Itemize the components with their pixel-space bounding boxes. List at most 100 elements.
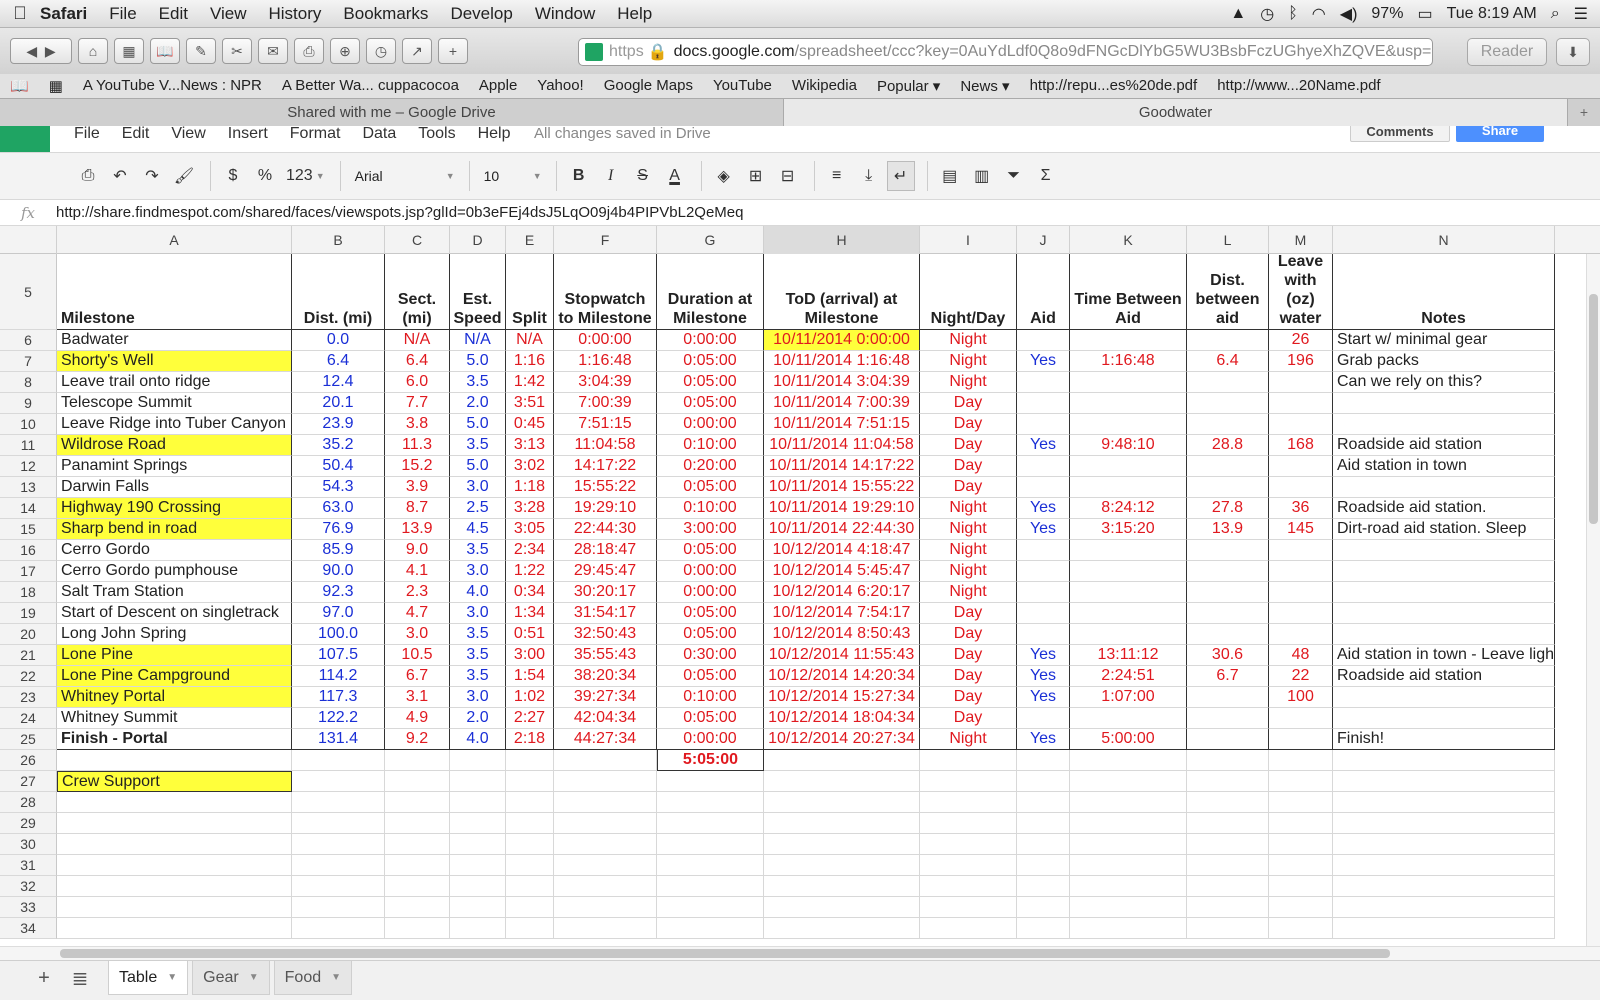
cell-f27[interactable] — [554, 771, 657, 792]
cell-n16[interactable] — [1333, 540, 1555, 561]
new-tab-button[interactable]: + — [438, 38, 468, 64]
cell-l15[interactable]: 13.9 — [1187, 519, 1269, 540]
cell-k33[interactable] — [1070, 897, 1187, 918]
cell-e14[interactable]: 3:28 — [506, 498, 554, 519]
cell-a16[interactable]: Cerro Gordo — [57, 540, 292, 561]
cell-k26[interactable] — [1070, 750, 1187, 771]
cell-j18[interactable] — [1017, 582, 1070, 603]
cell-l9[interactable] — [1187, 393, 1269, 414]
cell-d17[interactable]: 3.0 — [450, 561, 506, 582]
cell-c12[interactable]: 15.2 — [385, 456, 450, 477]
cell-i10[interactable]: Day — [920, 414, 1017, 435]
cell-b24[interactable]: 122.2 — [292, 708, 385, 729]
row-header[interactable]: 25 — [0, 729, 57, 750]
row-header[interactable]: 24 — [0, 708, 57, 729]
cell-e9[interactable]: 3:51 — [506, 393, 554, 414]
all-sheets-icon[interactable]: ≣ — [62, 961, 98, 995]
cell-d11[interactable]: 3.5 — [450, 435, 506, 456]
row-header[interactable]: 29 — [0, 813, 57, 834]
cell-d23[interactable]: 3.0 — [450, 687, 506, 708]
row-header[interactable]: 22 — [0, 666, 57, 687]
cell-f6[interactable]: 0:00:00 — [554, 330, 657, 351]
cell-e6[interactable]: N/A — [506, 330, 554, 351]
column-header-a[interactable]: A — [57, 226, 292, 254]
cell-a26[interactable] — [57, 750, 292, 771]
cell-b9[interactable]: 20.1 — [292, 393, 385, 414]
cell-h27[interactable] — [764, 771, 920, 792]
spotlight-icon[interactable]: ⌕ — [1551, 5, 1560, 23]
cell-n25[interactable]: Finish! — [1333, 729, 1555, 750]
cell-j34[interactable] — [1017, 918, 1070, 939]
cell-a11[interactable]: Wildrose Road — [57, 435, 292, 456]
cell-b21[interactable]: 107.5 — [292, 645, 385, 666]
cell-i9[interactable]: Day — [920, 393, 1017, 414]
cell-n18[interactable] — [1333, 582, 1555, 603]
back-forward-buttons[interactable]: ◀ ▶ — [10, 38, 72, 64]
cell-h11[interactable]: 10/11/2014 11:04:58 — [764, 435, 920, 456]
home-button[interactable]: ⌂ — [78, 38, 108, 64]
cell-m12[interactable] — [1269, 456, 1333, 477]
drive-icon[interactable]: ▲ — [1230, 5, 1246, 23]
cell-n32[interactable] — [1333, 876, 1555, 897]
chevron-down-icon[interactable]: ▼ — [167, 972, 177, 983]
cell-k25[interactable]: 5:00:00 — [1070, 729, 1187, 750]
cell-e19[interactable]: 1:34 — [506, 603, 554, 624]
cell-k9[interactable] — [1070, 393, 1187, 414]
cell-d14[interactable]: 2.5 — [450, 498, 506, 519]
cell-g32[interactable] — [657, 876, 764, 897]
cell-j23[interactable]: Yes — [1017, 687, 1070, 708]
row-header[interactable]: 7 — [0, 351, 57, 372]
cell-b31[interactable] — [292, 855, 385, 876]
cell-j7[interactable]: Yes — [1017, 351, 1070, 372]
cell-n11[interactable]: Roadside aid station — [1333, 435, 1555, 456]
cell-c30[interactable] — [385, 834, 450, 855]
cell-e12[interactable]: 3:02 — [506, 456, 554, 477]
cell-i26[interactable] — [920, 750, 1017, 771]
cell-b17[interactable]: 90.0 — [292, 561, 385, 582]
cell-d22[interactable]: 3.5 — [450, 666, 506, 687]
cell-k18[interactable] — [1070, 582, 1187, 603]
cell-k17[interactable] — [1070, 561, 1187, 582]
cell-c27[interactable] — [385, 771, 450, 792]
edit-button[interactable]: ✎ — [186, 38, 216, 64]
cell-a25[interactable]: Finish - Portal — [57, 729, 292, 750]
top-sites-button[interactable]: ▦ — [114, 38, 144, 64]
cell-f24[interactable]: 42:04:34 — [554, 708, 657, 729]
cell-k29[interactable] — [1070, 813, 1187, 834]
cell-a28[interactable] — [57, 792, 292, 813]
cell-i30[interactable] — [920, 834, 1017, 855]
cell-e7[interactable]: 1:16 — [506, 351, 554, 372]
cell-i13[interactable]: Day — [920, 477, 1017, 498]
cell-l12[interactable] — [1187, 456, 1269, 477]
cell-m31[interactable] — [1269, 855, 1333, 876]
cell-j30[interactable] — [1017, 834, 1070, 855]
cell-j10[interactable] — [1017, 414, 1070, 435]
cell-m24[interactable] — [1269, 708, 1333, 729]
row-header[interactable]: 21 — [0, 645, 57, 666]
cell-n15[interactable]: Dirt-road aid station. Sleep — [1333, 519, 1555, 540]
cell-d33[interactable] — [450, 897, 506, 918]
undo-icon[interactable]: ↶ — [106, 161, 134, 191]
cell-m18[interactable] — [1269, 582, 1333, 603]
cell-g17[interactable]: 0:00:00 — [657, 561, 764, 582]
cell-b7[interactable]: 6.4 — [292, 351, 385, 372]
cell-l34[interactable] — [1187, 918, 1269, 939]
tab-goodwater[interactable]: Goodwater — [784, 99, 1568, 126]
cell-n33[interactable] — [1333, 897, 1555, 918]
cell-a19[interactable]: Start of Descent on singletrack — [57, 603, 292, 624]
cell-h12[interactable]: 10/11/2014 14:17:22 — [764, 456, 920, 477]
bookmark-item[interactable]: A Better Wa... cuppacocoa — [282, 77, 459, 95]
cell-d20[interactable]: 3.5 — [450, 624, 506, 645]
cell-a30[interactable] — [57, 834, 292, 855]
cell-a17[interactable]: Cerro Gordo pumphouse — [57, 561, 292, 582]
cell-m7[interactable]: 196 — [1269, 351, 1333, 372]
cell-j19[interactable] — [1017, 603, 1070, 624]
cell-e25[interactable]: 2:18 — [506, 729, 554, 750]
cell-b13[interactable]: 54.3 — [292, 477, 385, 498]
cell-j22[interactable]: Yes — [1017, 666, 1070, 687]
cell-d30[interactable] — [450, 834, 506, 855]
cell-l6[interactable] — [1187, 330, 1269, 351]
os-menu-history[interactable]: History — [269, 4, 322, 24]
cell-f18[interactable]: 30:20:17 — [554, 582, 657, 603]
font-size-select[interactable]: 10 ▼ — [478, 161, 548, 191]
